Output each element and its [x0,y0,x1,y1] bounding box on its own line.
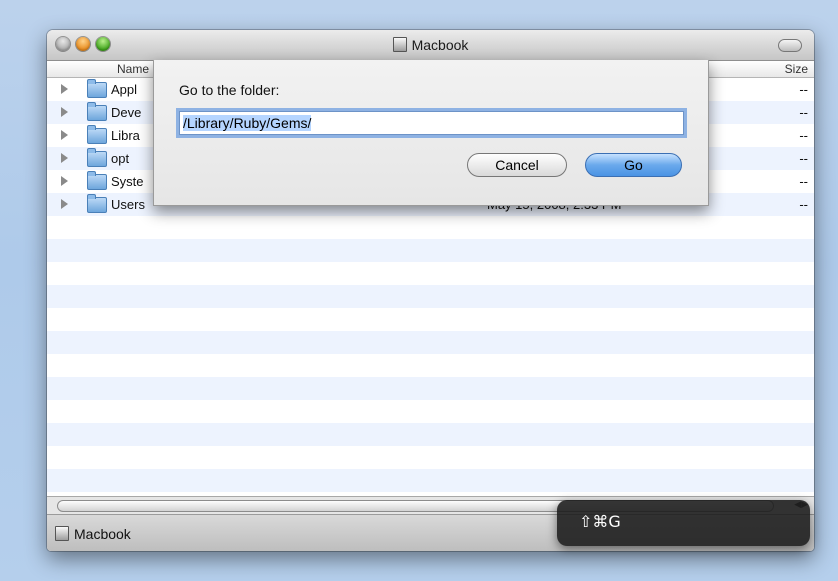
empty-row [47,377,814,400]
keyboard-shortcut-hud: ⇧⌘G [557,500,810,546]
title-bar[interactable]: Macbook [47,30,814,61]
hard-drive-icon [55,526,69,541]
disclosure-triangle-icon[interactable] [61,107,68,117]
system-folder-icon [87,171,107,190]
library-folder-icon [87,125,107,144]
empty-row [47,285,814,308]
hard-drive-icon [392,37,407,52]
column-size-header[interactable]: Size [785,62,808,76]
folder-path-input[interactable]: /Library/Ruby/Gems/ [179,111,684,135]
developer-folder-icon [87,102,107,121]
cancel-button[interactable]: Cancel [467,153,567,177]
empty-row [47,331,814,354]
go-to-folder-sheet: Go to the folder: /Library/Ruby/Gems/ Ca… [153,60,709,206]
go-to-folder-prompt: Go to the folder: [179,82,280,98]
disclosure-triangle-icon[interactable] [61,84,68,94]
selected-path-text: /Library/Ruby/Gems/ [183,115,312,131]
empty-row [47,423,814,446]
disclosure-triangle-icon[interactable] [61,153,68,163]
disclosure-triangle-icon[interactable] [61,176,68,186]
disclosure-triangle-icon[interactable] [61,130,68,140]
empty-row [47,354,814,377]
empty-row [47,400,814,423]
folder-icon [87,148,107,167]
empty-row [47,262,814,285]
disclosure-triangle-icon[interactable] [61,199,68,209]
go-button[interactable]: Go [585,153,682,177]
window-title: Macbook [47,37,814,53]
users-folder-icon [87,194,107,213]
status-label: Macbook [74,526,131,542]
empty-row [47,446,814,469]
toolbar-toggle-button[interactable] [778,39,802,52]
empty-row [47,216,814,239]
empty-row [47,469,814,492]
empty-row [47,239,814,262]
empty-row [47,308,814,331]
shortcut-keys: ⇧⌘G [579,512,621,531]
column-name-header[interactable]: Name [117,62,149,76]
applications-folder-icon [87,79,107,98]
